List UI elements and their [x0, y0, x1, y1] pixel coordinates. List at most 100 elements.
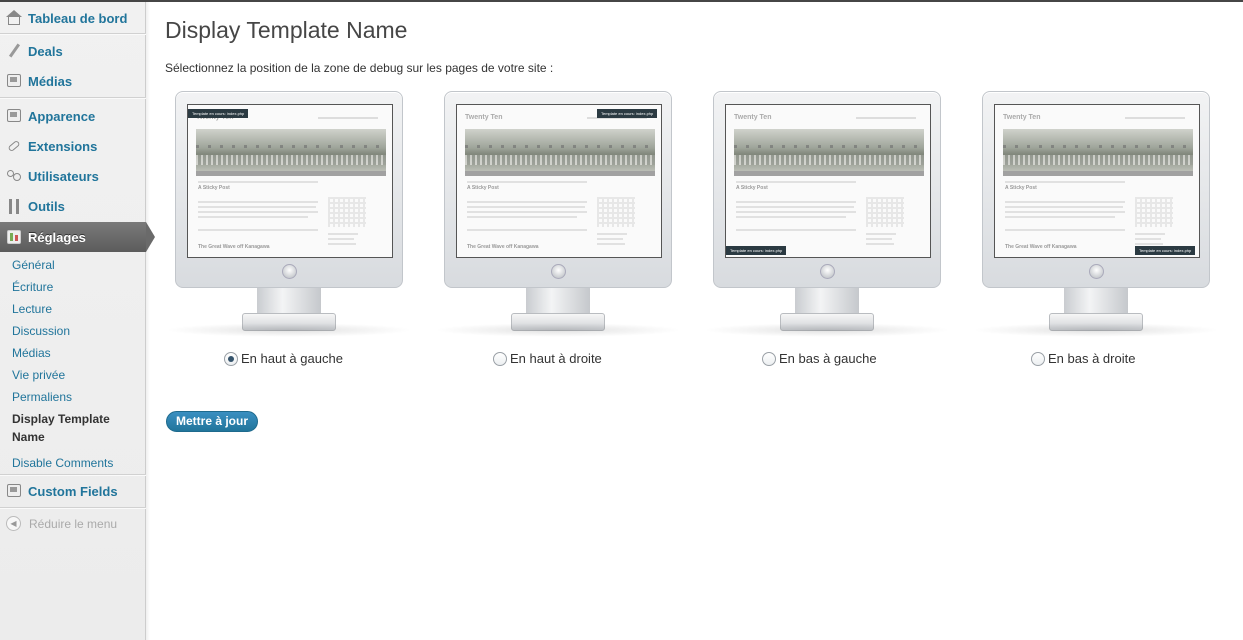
collapse-menu-button[interactable]: ◀ Réduire le menu — [6, 516, 117, 531]
sidebar-item-settings[interactable]: Réglages — [0, 222, 155, 252]
media-icon — [6, 73, 22, 89]
debug-badge-bottom-right: Template en cours: index.php — [1135, 246, 1195, 255]
preview-text-line — [198, 229, 318, 231]
submenu-writing[interactable]: Écriture — [12, 278, 53, 296]
option-top-left[interactable]: En haut à gauche — [224, 351, 343, 366]
admin-sidebar: Tableau de bord Deals Médias Apparence E… — [0, 2, 155, 640]
radio-top-right[interactable] — [493, 351, 507, 366]
preview-text-line — [736, 206, 854, 208]
monitor-power-button — [820, 264, 835, 279]
preview-text-line — [467, 201, 587, 203]
monitor-neck — [1064, 288, 1128, 314]
monitor-screen: Twenty Ten A Sticky Post The Great Wave … — [994, 104, 1200, 258]
preview-post-title: A Sticky Post — [467, 185, 499, 191]
sidebar-item-label: Custom Fields — [28, 483, 118, 499]
monitor-preview-top-right[interactable]: Twenty Ten A Sticky Post The Great Wave … — [434, 91, 682, 337]
update-button[interactable]: Mettre à jour — [166, 411, 259, 432]
submenu-permalinks[interactable]: Permaliens — [12, 388, 72, 406]
preview-text-line — [1005, 211, 1125, 213]
preview-post-title: A Sticky Post — [736, 185, 768, 191]
monitor-power-button — [1089, 264, 1104, 279]
preview-post-title-2: The Great Wave off Kanagawa — [467, 244, 539, 250]
preview-text-line — [198, 201, 318, 203]
settings-icon — [6, 229, 22, 245]
preview-post-title-2: The Great Wave off Kanagawa — [198, 244, 270, 250]
radio-bottom-right[interactable] — [1031, 351, 1045, 366]
preview-widget-line — [328, 243, 356, 245]
monitor-neck — [795, 288, 859, 314]
preview-widget-line — [866, 243, 894, 245]
users-icon — [6, 168, 22, 184]
menu-separator — [0, 507, 146, 509]
preview-widget-line — [866, 233, 896, 235]
monitor-frame: Twenty Ten A Sticky Post The Great Wave … — [982, 91, 1210, 288]
sidebar-item-custom-fields[interactable]: Custom Fields — [0, 476, 146, 506]
submenu-reading[interactable]: Lecture — [12, 300, 52, 318]
sidebar-item-plugins[interactable]: Extensions — [0, 131, 146, 161]
sidebar-item-label: Tableau de bord — [28, 10, 128, 26]
submenu-discussion[interactable]: Discussion — [12, 322, 70, 340]
sidebar-item-label: Apparence — [28, 108, 96, 124]
sidebar-item-tools[interactable]: Outils — [0, 191, 146, 221]
monitor-preview-bottom-right[interactable]: Twenty Ten A Sticky Post The Great Wave … — [972, 91, 1220, 337]
option-bottom-right[interactable]: En bas à droite — [1031, 351, 1135, 366]
preview-widget-line — [1135, 238, 1161, 240]
preview-calendar — [328, 197, 366, 227]
preview-header-image — [196, 129, 386, 171]
radio-bottom-left[interactable] — [762, 351, 776, 366]
monitor-shadow — [434, 323, 682, 337]
debug-badge-top-left: Template en cours: index.php — [188, 109, 248, 118]
monitor-preview-bottom-left[interactable]: Twenty Ten A Sticky Post Template en cou… — [703, 91, 951, 337]
preview-widget-line — [1135, 243, 1163, 245]
sidebar-item-media[interactable]: Médias — [0, 66, 146, 96]
preview-text-line — [1005, 201, 1125, 203]
sidebar-item-label: Outils — [28, 198, 65, 214]
tools-icon — [6, 198, 22, 214]
submenu-general[interactable]: Général — [12, 256, 55, 274]
preview-header-image — [1003, 129, 1193, 171]
submenu-media[interactable]: Médias — [12, 344, 51, 362]
preview-nav — [1003, 171, 1193, 176]
sidebar-item-appearance[interactable]: Apparence — [0, 101, 146, 131]
preview-calendar — [866, 197, 904, 227]
preview-text-line — [198, 216, 308, 218]
option-label: En bas à gauche — [779, 351, 877, 366]
preview-header-image — [734, 129, 924, 171]
menu-separator — [0, 33, 146, 35]
option-top-right[interactable]: En haut à droite — [493, 351, 602, 366]
sidebar-item-users[interactable]: Utilisateurs — [0, 161, 146, 191]
monitor-power-button — [282, 264, 297, 279]
menu-separator — [0, 97, 146, 99]
preview-text-line — [1005, 216, 1115, 218]
option-label: En haut à droite — [510, 351, 602, 366]
preview-post-title: A Sticky Post — [1005, 185, 1037, 191]
preview-text-line — [198, 206, 316, 208]
submenu-disable-comments[interactable]: Disable Comments — [12, 454, 113, 472]
appearance-icon — [6, 108, 22, 124]
submenu-display-template-name-line2: Name — [12, 430, 45, 444]
radio-top-left[interactable] — [224, 351, 238, 366]
monitor-shadow — [703, 323, 951, 337]
preview-text-line — [467, 216, 577, 218]
sidebar-item-deals[interactable]: Deals — [0, 36, 146, 66]
sidebar-item-label: Médias — [28, 73, 73, 89]
preview-nav — [465, 171, 655, 176]
submenu-privacy[interactable]: Vie privée — [12, 366, 65, 384]
preview-header-image — [465, 129, 655, 171]
monitor-screen: Twenty Ten A Sticky Post The Great Wave … — [187, 104, 393, 258]
preview-widget-line — [597, 238, 623, 240]
home-icon — [6, 10, 22, 26]
preview-post-title: A Sticky Post — [198, 185, 230, 191]
monitor-power-button — [551, 264, 566, 279]
sidebar-item-label: Extensions — [28, 138, 98, 154]
submenu-display-template-name[interactable]: Display Template Name — [12, 410, 110, 446]
monitor-frame: Twenty Ten A Sticky Post The Great Wave … — [444, 91, 672, 288]
monitor-preview-top-left[interactable]: Twenty Ten A Sticky Post The Great Wave … — [165, 91, 413, 337]
monitor-screen: Twenty Ten A Sticky Post The Great Wave … — [456, 104, 662, 258]
preview-nav — [196, 171, 386, 176]
preview-site-title: Twenty Ten — [465, 114, 503, 121]
collapse-arrow-icon: ◀ — [6, 516, 21, 531]
sidebar-item-dashboard[interactable]: Tableau de bord — [0, 3, 146, 33]
option-bottom-left[interactable]: En bas à gauche — [762, 351, 877, 366]
preview-widget-line — [328, 238, 354, 240]
